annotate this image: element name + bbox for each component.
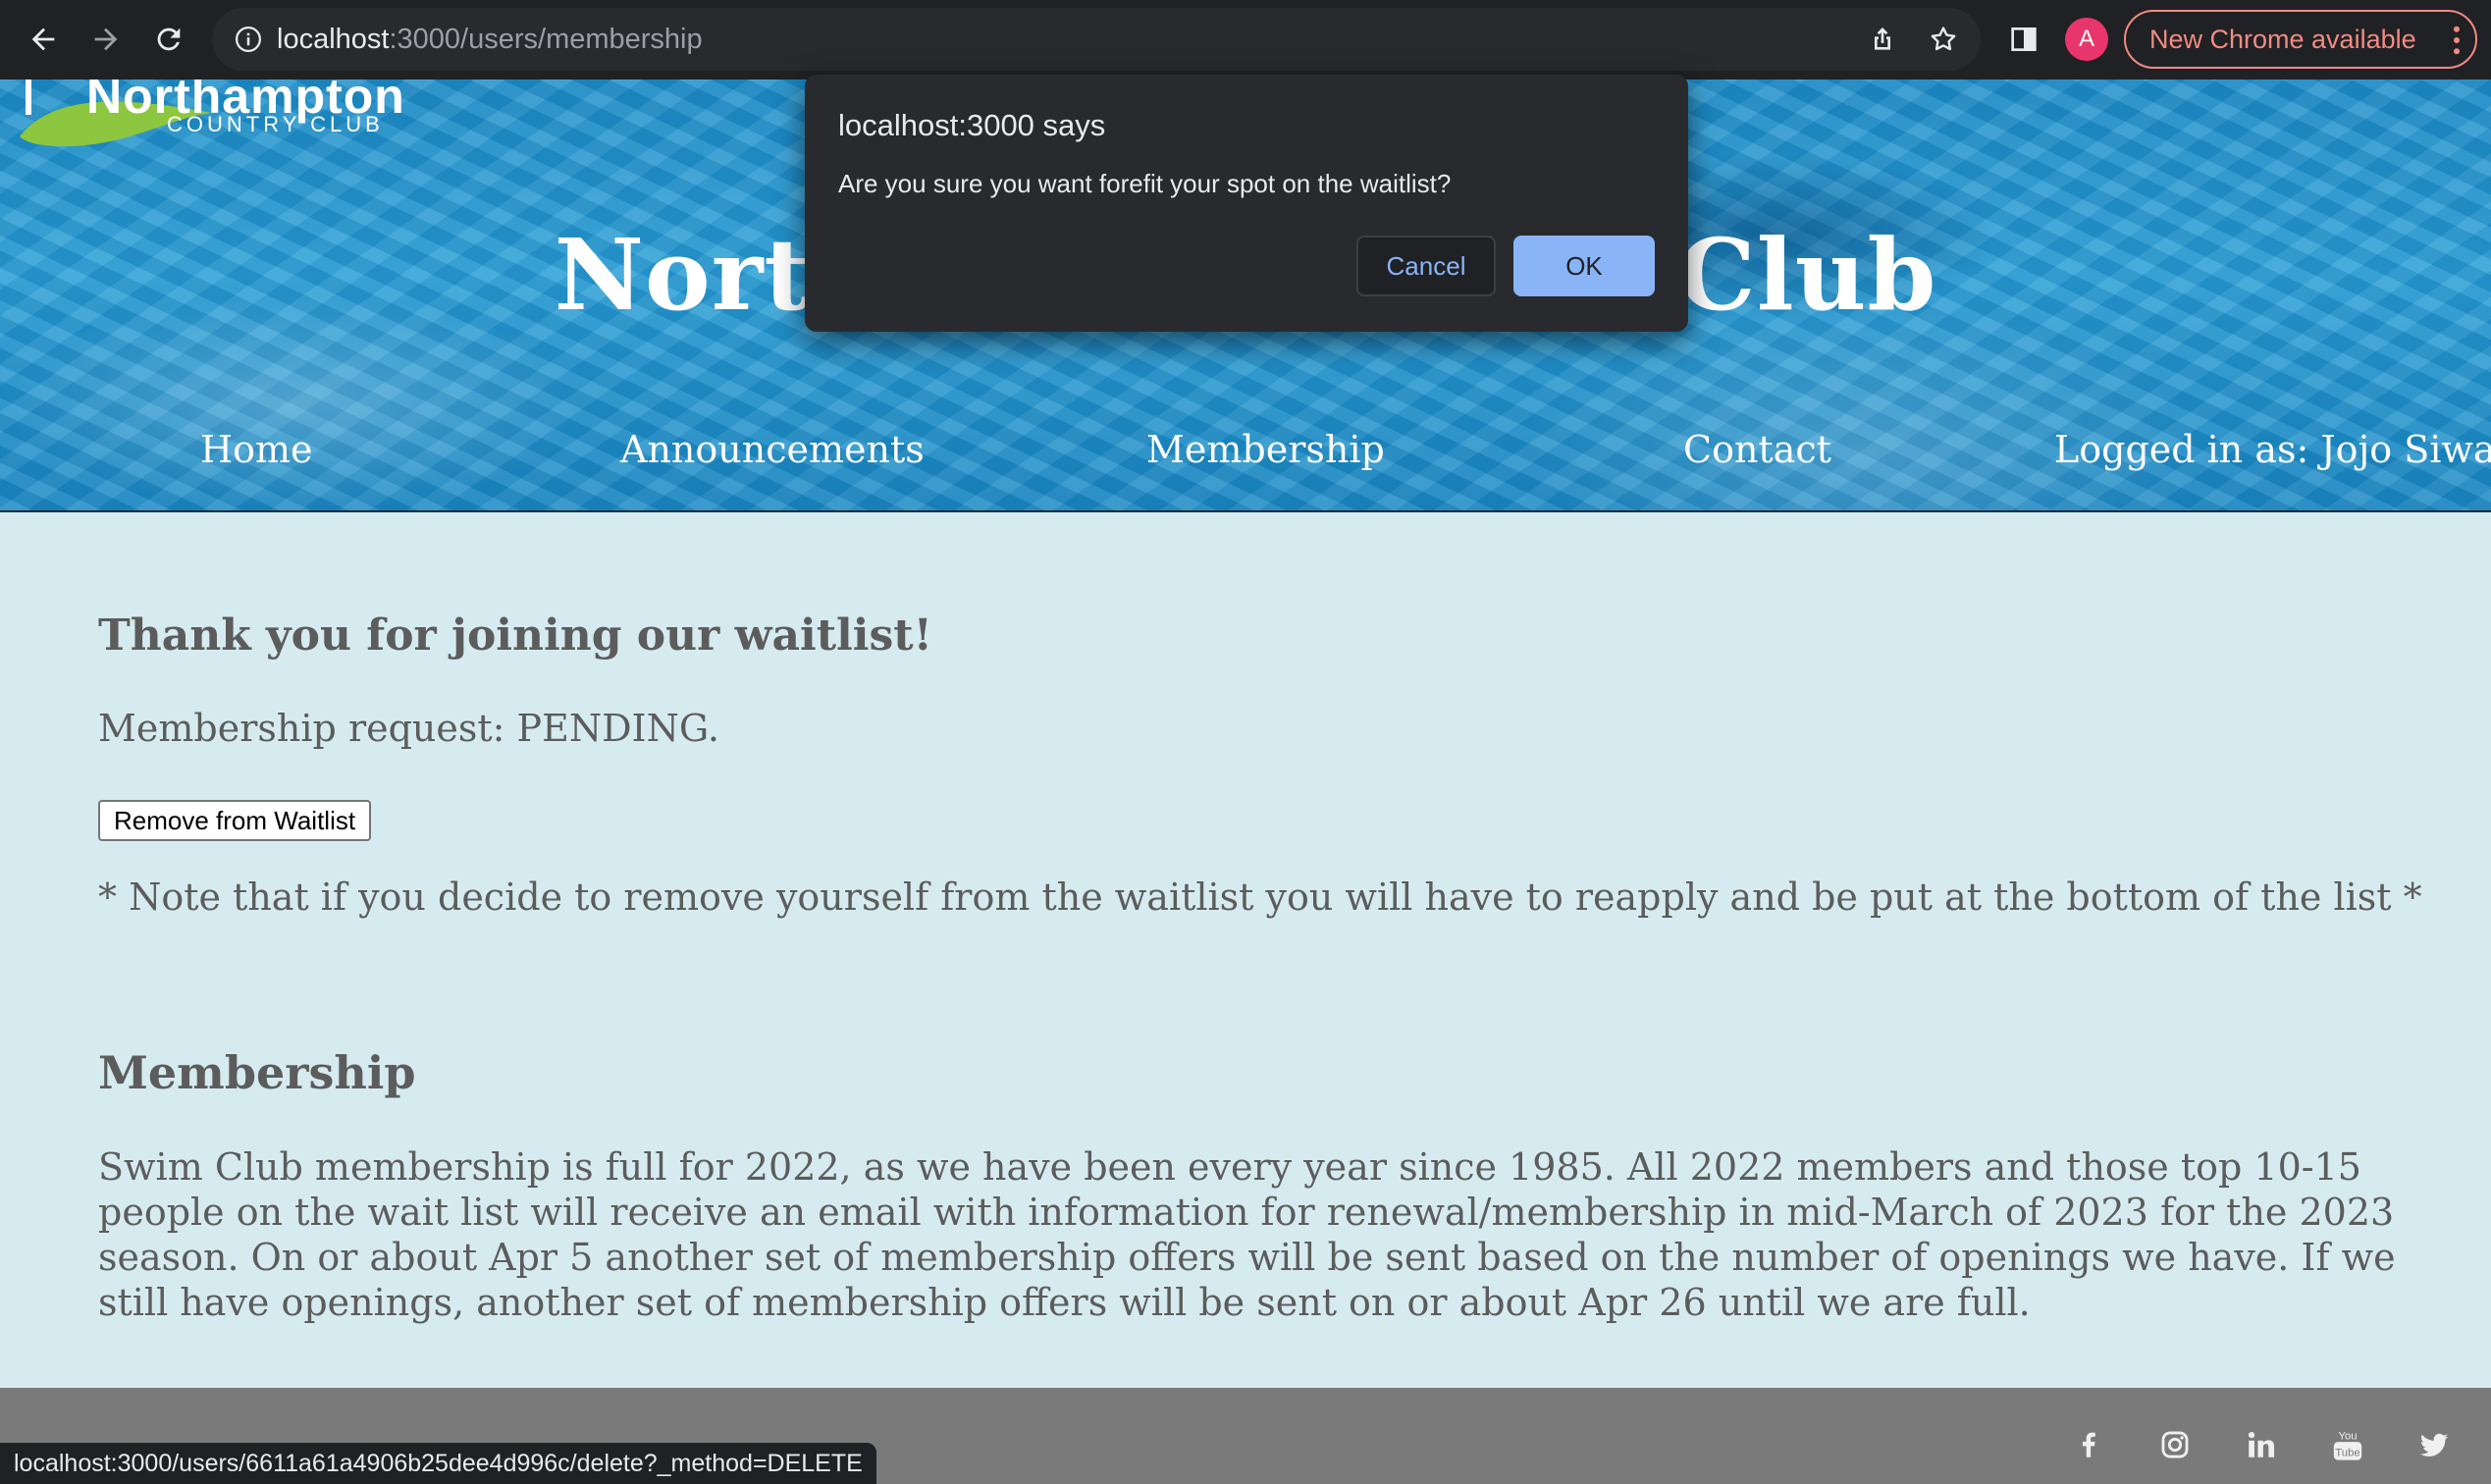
logged-in-user: Logged in as: Jojo Siwa (2054, 428, 2491, 471)
twitter-icon (2419, 1433, 2449, 1457)
status-bar-url: localhost:3000/users/6611a61a4906b25dee4… (0, 1443, 876, 1484)
instagram-icon (2161, 1431, 2189, 1458)
remove-from-waitlist-button[interactable]: Remove from Waitlist (98, 800, 372, 841)
nav-contact[interactable]: Contact (1683, 428, 1831, 471)
facebook-link[interactable] (2069, 1425, 2108, 1464)
back-arrow-icon (31, 27, 55, 51)
membership-heading: Membership (98, 1046, 416, 1099)
nav-membership[interactable]: Membership (1146, 428, 1385, 471)
dialog-ok-button[interactable]: OK (1513, 236, 1655, 296)
svg-text:You: You (2338, 1430, 2357, 1442)
facebook-icon (2082, 1432, 2095, 1458)
info-icon (236, 26, 261, 52)
new-chrome-available-button[interactable]: New Chrome available (2124, 10, 2477, 69)
site-logo[interactable]: Northampton COUNTRY CLUB (18, 80, 404, 148)
instagram-link[interactable] (2155, 1425, 2195, 1464)
browser-toolbar: localhost:3000/users/membership A New Ch… (0, 0, 2491, 80)
dialog-cancel-button[interactable]: Cancel (1356, 236, 1496, 296)
profile-avatar[interactable]: A (2065, 18, 2108, 61)
svg-text:Tube: Tube (2335, 1447, 2359, 1458)
youtube-link[interactable]: You Tube (2328, 1425, 2367, 1464)
back-button[interactable] (18, 14, 69, 65)
waitlist-note: * Note that if you decide to remove your… (98, 875, 2422, 919)
nav-announcements[interactable]: Announcements (620, 428, 925, 471)
url-host: localhost (277, 23, 390, 55)
linkedin-icon (2248, 1431, 2275, 1458)
bookmark-star-icon[interactable] (1928, 24, 1959, 55)
nav-home[interactable]: Home (200, 428, 313, 471)
forward-arrow-icon (94, 27, 118, 51)
side-panel-icon[interactable] (2008, 24, 2040, 55)
reload-button[interactable] (143, 14, 194, 65)
url-path: :3000/users/membership (389, 23, 703, 55)
forward-button[interactable] (80, 14, 132, 65)
address-bar[interactable]: localhost:3000/users/membership (212, 8, 1981, 71)
linkedin-link[interactable] (2242, 1425, 2281, 1464)
dialog-title: localhost:3000 says (838, 108, 1106, 142)
share-icon[interactable] (1867, 24, 1898, 55)
dialog-message: Are you sure you want forefit your spot … (838, 169, 1452, 198)
membership-paragraph: Swim Club membership is full for 2022, a… (98, 1145, 2396, 1324)
logo-subtitle: COUNTRY CLUB (167, 112, 384, 136)
update-label: New Chrome available (2149, 24, 2416, 54)
reload-icon (157, 27, 181, 51)
kebab-menu-icon (2454, 26, 2460, 55)
confirm-dialog: localhost:3000 says Are you sure you wan… (805, 75, 1688, 332)
membership-status: Membership request: PENDING. (98, 707, 719, 750)
youtube-icon: You Tube (2333, 1430, 2362, 1460)
twitter-link[interactable] (2414, 1425, 2454, 1464)
waitlist-heading: Thank you for joining our waitlist! (98, 610, 932, 661)
